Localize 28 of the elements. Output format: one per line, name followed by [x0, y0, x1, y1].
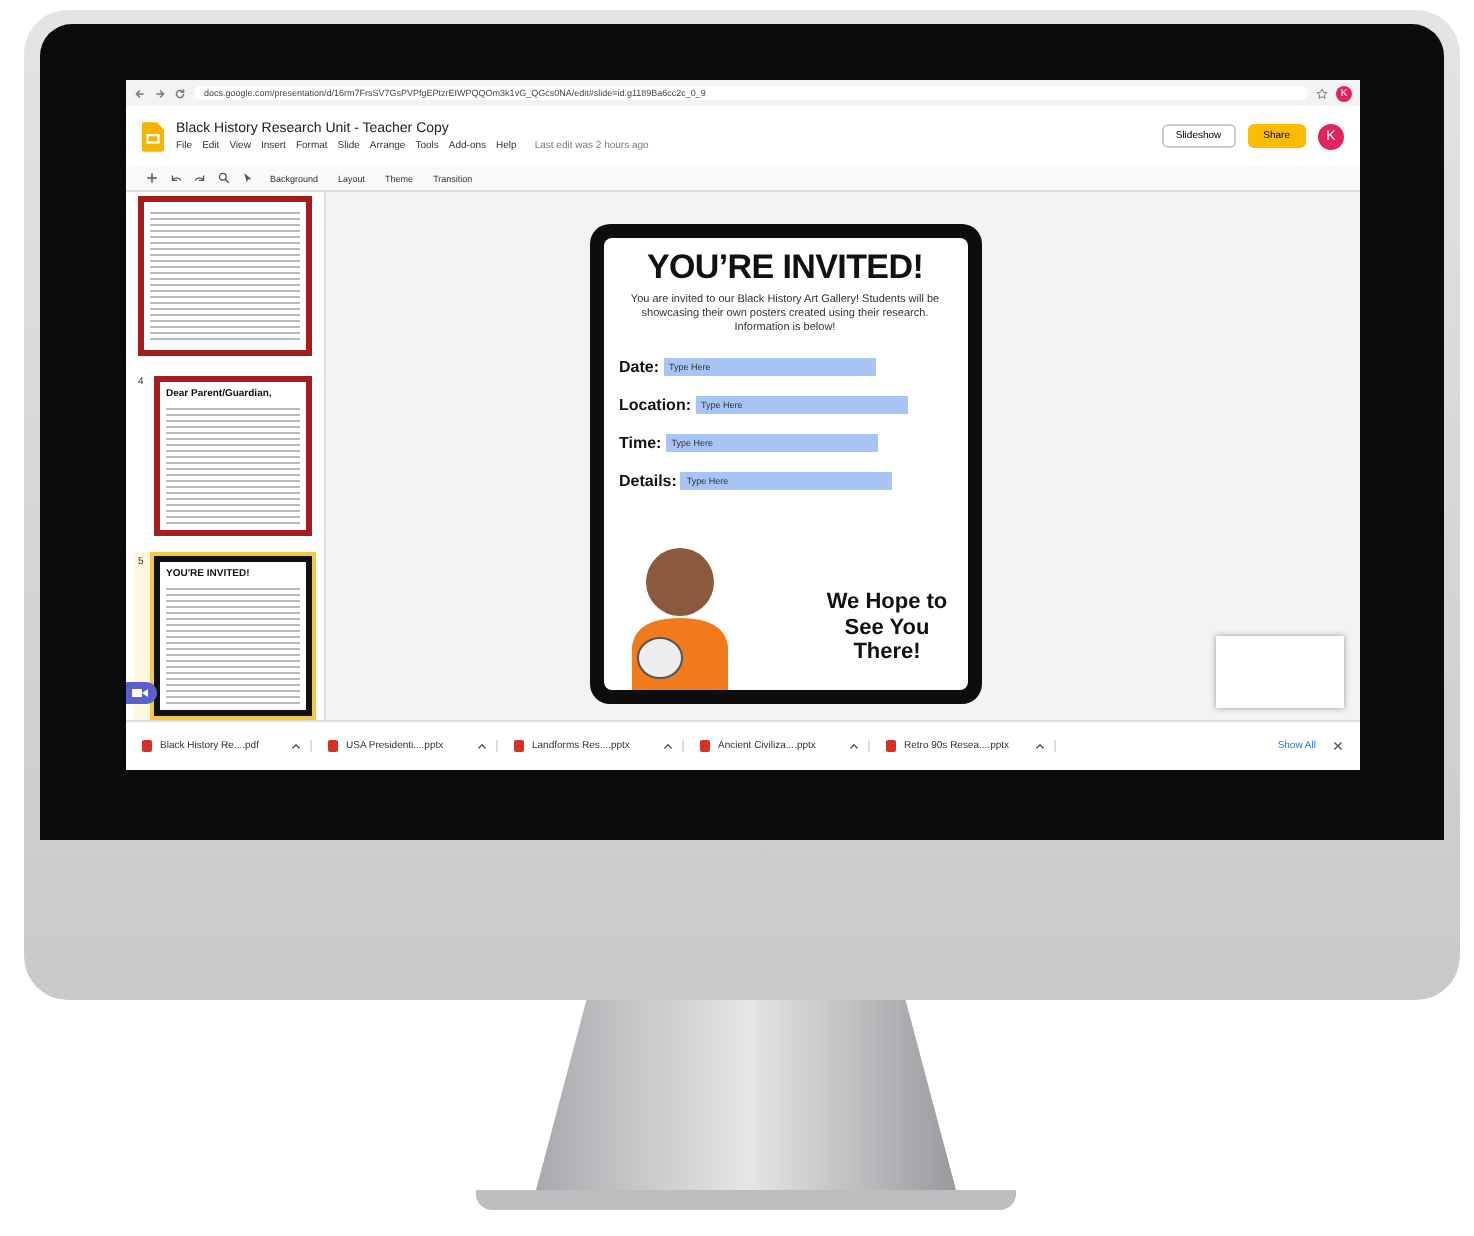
- caret-icon[interactable]: [662, 740, 674, 752]
- caret-icon[interactable]: [848, 740, 860, 752]
- field-label: Details:: [619, 471, 677, 490]
- file-icon: [514, 740, 524, 752]
- star-icon[interactable]: [1316, 87, 1328, 99]
- field-label: Date:: [619, 357, 660, 376]
- cursor-icon[interactable]: [242, 172, 254, 184]
- caret-icon[interactable]: [476, 740, 488, 752]
- reload-icon[interactable]: [174, 87, 186, 99]
- file-icon: [700, 740, 710, 752]
- slide-title: YOU’RE INVITED!: [644, 248, 926, 288]
- undo-icon[interactable]: [170, 172, 182, 184]
- redo-icon[interactable]: [194, 172, 206, 184]
- caret-icon[interactable]: [1034, 740, 1046, 752]
- closing-text: We Hope to See You There!: [824, 590, 950, 666]
- preview-thumbnail[interactable]: [1216, 636, 1344, 708]
- field-label: Location:: [619, 395, 691, 414]
- caret-icon[interactable]: [290, 740, 302, 752]
- forward-icon[interactable]: [154, 87, 166, 99]
- zoom-icon[interactable]: [218, 172, 230, 184]
- back-icon[interactable]: [134, 87, 146, 99]
- file-icon: [328, 740, 338, 752]
- file-icon: [886, 740, 896, 752]
- field-label: Time:: [619, 433, 662, 452]
- file-icon: [142, 740, 152, 752]
- video-call-button[interactable]: [126, 682, 158, 704]
- add-icon[interactable]: [146, 172, 158, 184]
- close-icon[interactable]: [1332, 740, 1344, 752]
